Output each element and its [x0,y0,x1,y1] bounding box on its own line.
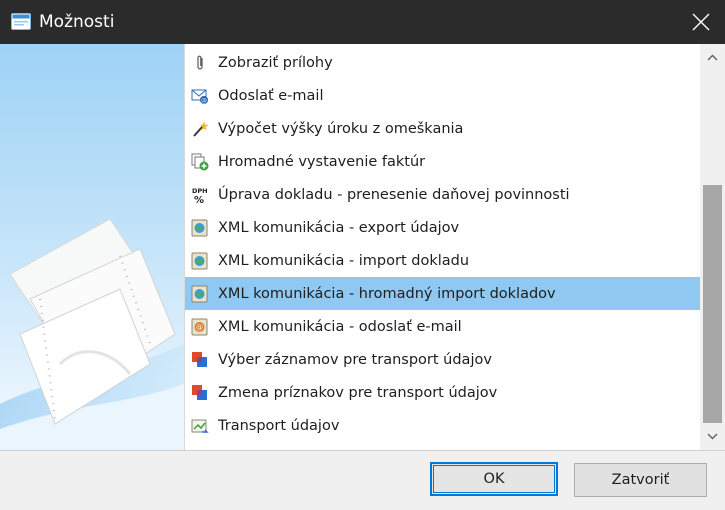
list-item-label: Transport údajov [218,418,340,434]
list-item-xml-export[interactable]: XML komunikácia - export údajov [185,211,701,244]
list-item-label: XML komunikácia - export údajov [218,220,460,236]
list-item-xml-send-email[interactable]: @ XML komunikácia - odoslať e-mail [185,310,701,343]
list-item-transport-select[interactable]: Výber záznamov pre transport údajov [185,343,701,376]
list-item-late-interest[interactable]: Výpočet výšky úroku z omeškania [185,112,701,145]
svg-text:%: % [194,195,204,204]
svg-text:@: @ [196,324,203,332]
scrollbar-thumb[interactable] [703,185,722,423]
list-item-xml-bulk-import[interactable]: XML komunikácia - hromadný import doklad… [185,277,701,310]
options-list: Zobraziť prílohy @ Odoslať e-mail Výpoče… [184,44,701,450]
invoices-add-icon [191,153,209,171]
close-window-button[interactable] [677,0,725,44]
chevron-up-icon [707,54,718,61]
email-icon: @ [191,87,209,105]
transport-icon [191,417,209,435]
list-item-xml-import[interactable]: XML komunikácia - import dokladu [185,244,701,277]
transport-select-icon [191,351,209,369]
close-button-label: Zatvoriť [611,472,670,488]
list-item-label: Výber záznamov pre transport údajov [218,352,492,368]
xml-globe-icon [191,252,209,270]
list-item-transport-flags[interactable]: Zmena príznakov pre transport údajov [185,376,701,409]
svg-text:DPH: DPH [192,187,208,195]
scroll-down-button[interactable] [700,428,725,444]
svg-text:@: @ [201,98,207,105]
list-item-vat-transfer[interactable]: DPH% Úprava dokladu - prenesenie daňovej… [185,178,701,211]
list-item-label: Zobraziť prílohy [218,55,333,71]
wand-icon [191,120,209,138]
list-item-send-email[interactable]: @ Odoslať e-mail [185,79,701,112]
window-app-icon [11,13,31,30]
list-item-label: XML komunikácia - hromadný import doklad… [218,286,556,302]
ok-button[interactable]: OK [430,462,558,496]
window-title: Možnosti [39,12,115,32]
vertical-scrollbar[interactable] [700,44,725,450]
list-item-label: Zmena príznakov pre transport údajov [218,385,498,401]
list-item-label: Úprava dokladu - prenesenie daňovej povi… [218,187,570,203]
list-item-transport[interactable]: Transport údajov [185,409,701,442]
list-item-label: Výpočet výšky úroku z omeškania [218,121,464,137]
list-item-label: XML komunikácia - import dokladu [218,253,470,269]
default-button-focus-ring [433,465,555,493]
chevron-down-icon [707,433,718,440]
xml-email-icon: @ [191,318,209,336]
list-item-bulk-invoices[interactable]: Hromadné vystavenie faktúr [185,145,701,178]
options-dialog: Možnosti Zobraziť prílohy @ Odoslať e-ma… [0,0,725,510]
close-icon [692,13,710,31]
scroll-up-button[interactable] [700,50,725,66]
xml-globe-icon [191,219,209,237]
list-item-show-attachments[interactable]: Zobraziť prílohy [185,46,701,79]
title-bar: Možnosti [0,0,725,44]
dialog-footer: OK Zatvoriť [0,450,725,510]
list-item-label: XML komunikácia - odoslať e-mail [218,319,462,335]
paperclip-icon [191,54,209,72]
close-button[interactable]: Zatvoriť [574,463,707,497]
list-item-label: Hromadné vystavenie faktúr [218,154,426,170]
decorative-side-image [0,44,184,450]
xml-globe-icon [191,285,209,303]
vat-percent-icon: DPH% [191,186,209,206]
list-item-label: Odoslať e-mail [218,88,324,104]
transport-flags-icon [191,384,209,402]
